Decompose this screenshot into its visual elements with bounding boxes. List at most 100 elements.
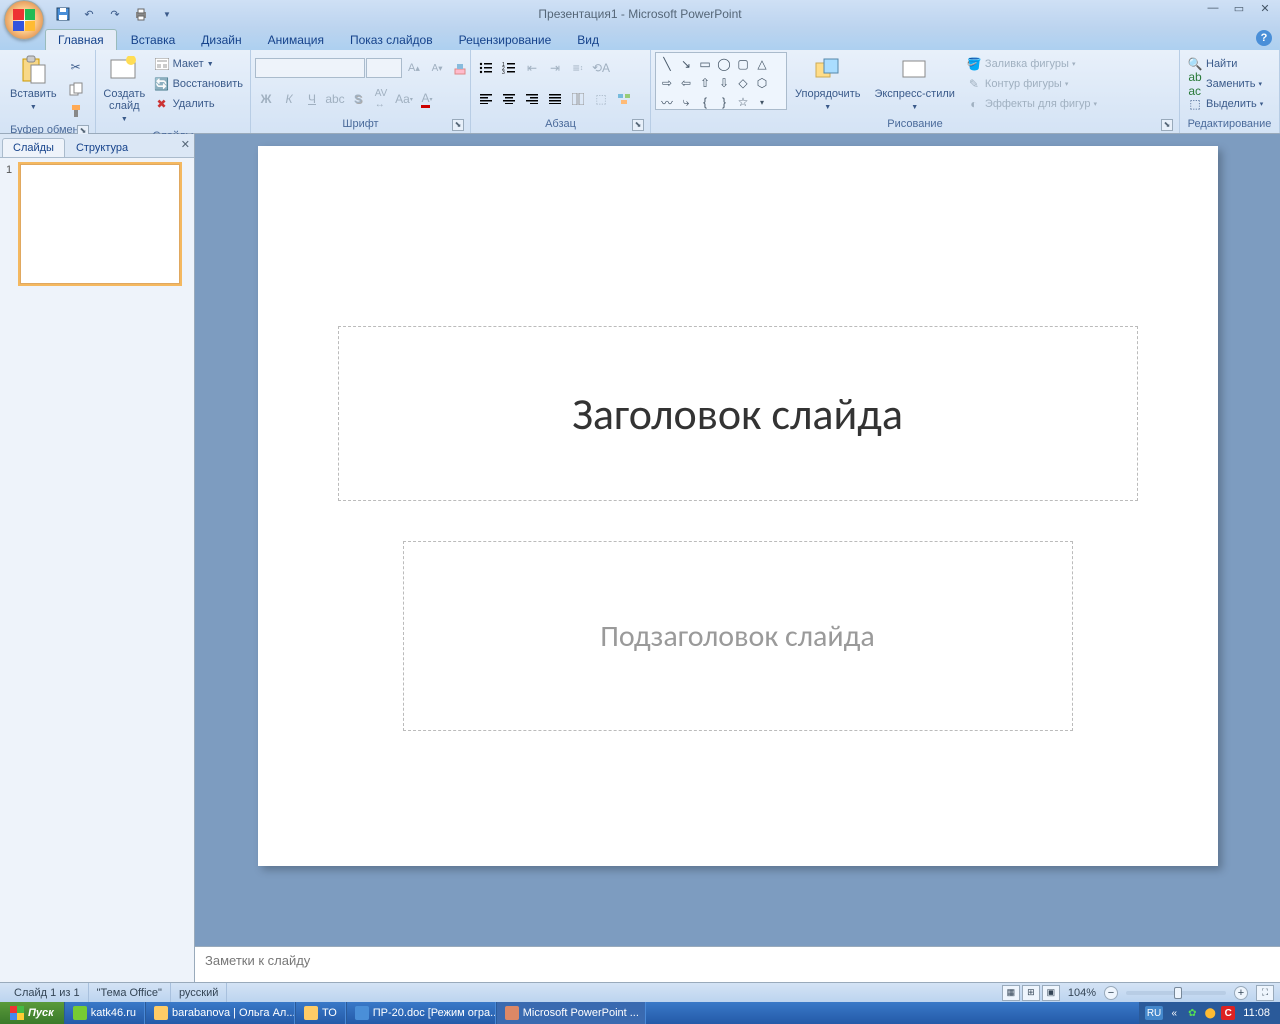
bullets-icon[interactable] <box>475 57 497 79</box>
tab-review[interactable]: Рецензирование <box>447 30 564 50</box>
tab-view[interactable]: Вид <box>565 30 611 50</box>
taskbar-item[interactable]: barabanova | Ольга Ал... <box>145 1002 295 1024</box>
justify-icon[interactable] <box>544 88 566 110</box>
gallery-more-icon[interactable]: ▾ <box>753 93 771 111</box>
text-direction-icon[interactable]: ⟲A <box>590 57 612 79</box>
uarrow-icon[interactable]: ⇧ <box>696 74 714 92</box>
triangle-icon[interactable]: △ <box>753 55 771 73</box>
tray-icon[interactable]: C <box>1221 1006 1235 1020</box>
pane-tab-outline[interactable]: Структура <box>65 138 139 157</box>
tab-animation[interactable]: Анимация <box>256 30 336 50</box>
taskbar-item[interactable]: Microsoft PowerPoint ... <box>496 1002 646 1024</box>
layout-button[interactable]: Макет ▼ <box>151 54 246 74</box>
shapes-gallery[interactable]: ╲↘▭◯▢△ ⇨⇦⇧⇩◇⬡ 〰⤷{}☆▾ <box>655 52 787 110</box>
diamond-icon[interactable]: ◇ <box>734 74 752 92</box>
tab-home[interactable]: Главная <box>45 29 117 50</box>
slide-area[interactable]: Заголовок слайда Подзаголовок слайда <box>195 134 1280 946</box>
rrect-icon[interactable]: ▢ <box>734 55 752 73</box>
star-icon[interactable]: ☆ <box>734 93 752 111</box>
thumbnail-list[interactable]: 1 <box>0 158 194 982</box>
zoom-in-icon[interactable]: + <box>1234 986 1248 1000</box>
save-icon[interactable] <box>52 3 74 25</box>
tray-icon[interactable]: ✿ <box>1185 1006 1199 1020</box>
font-size-combo[interactable] <box>366 58 402 78</box>
new-slide-button[interactable]: Создать слайд ▼ <box>100 52 149 128</box>
undo-icon[interactable]: ↶ <box>78 3 100 25</box>
dec-indent-icon[interactable]: ⇤ <box>521 57 543 79</box>
align-text-icon[interactable]: ⬚ <box>590 88 612 110</box>
dialog-launcher-icon[interactable]: ⬊ <box>632 119 644 131</box>
line-icon[interactable]: ╲ <box>658 55 676 73</box>
font-family-combo[interactable] <box>255 58 365 78</box>
tray-clock[interactable]: 11:08 <box>1239 1007 1274 1019</box>
darrow-icon[interactable]: ⇨ <box>658 74 676 92</box>
cut-icon[interactable]: ✂ <box>65 56 87 78</box>
office-button[interactable] <box>4 0 44 40</box>
darrow2-icon[interactable]: ⇩ <box>715 74 733 92</box>
delete-slide-button[interactable]: ✖Удалить <box>151 94 246 114</box>
shape-fill-button[interactable]: 🪣Заливка фигуры ▾ <box>963 54 1100 74</box>
replace-button[interactable]: abacЗаменить ▾ <box>1184 74 1266 94</box>
zoom-out-icon[interactable]: − <box>1104 986 1118 1000</box>
slide-canvas[interactable]: Заголовок слайда Подзаголовок слайда <box>258 146 1218 866</box>
font-color-icon[interactable]: A▾ <box>416 88 438 110</box>
zoom-value[interactable]: 104% <box>1068 987 1096 999</box>
brace2-icon[interactable]: } <box>715 93 733 111</box>
brace-icon[interactable]: { <box>696 93 714 111</box>
shadow-icon[interactable]: S <box>347 88 369 110</box>
title-placeholder[interactable]: Заголовок слайда <box>338 326 1138 501</box>
char-spacing-icon[interactable]: AV↔ <box>370 88 392 110</box>
strike-icon[interactable]: abc <box>324 88 346 110</box>
close-button[interactable]: ✕ <box>1256 2 1274 15</box>
align-left-icon[interactable] <box>475 88 497 110</box>
arrow-icon[interactable]: ↘ <box>677 55 695 73</box>
sorter-view-icon[interactable]: ⊞ <box>1022 985 1040 1001</box>
underline-icon[interactable]: Ч <box>301 88 323 110</box>
tab-design[interactable]: Дизайн <box>189 30 253 50</box>
subtitle-placeholder[interactable]: Подзаголовок слайда <box>403 541 1073 731</box>
fit-window-icon[interactable]: ⛶ <box>1256 985 1274 1001</box>
zoom-slider[interactable] <box>1126 991 1226 995</box>
shape-effects-button[interactable]: ◐Эффекты для фигур ▾ <box>963 94 1100 114</box>
tray-expand-icon[interactable]: « <box>1167 1006 1181 1020</box>
status-language[interactable]: русский <box>171 983 227 1002</box>
hex-icon[interactable]: ⬡ <box>753 74 771 92</box>
rect-icon[interactable]: ▭ <box>696 55 714 73</box>
columns-icon[interactable] <box>567 88 589 110</box>
align-right-icon[interactable] <box>521 88 543 110</box>
quick-styles-button[interactable]: Экспресс-стили▼ <box>868 52 960 116</box>
qat-more-icon[interactable]: ▼ <box>156 3 178 25</box>
bold-icon[interactable]: Ж <box>255 88 277 110</box>
copy-icon[interactable] <box>65 78 87 100</box>
line-spacing-icon[interactable]: ≡↕ <box>567 57 589 79</box>
oval-icon[interactable]: ◯ <box>715 55 733 73</box>
thumbnail-preview[interactable] <box>20 164 180 284</box>
notes-pane[interactable]: Заметки к слайду <box>195 946 1280 982</box>
tray-icon[interactable]: ⬤ <box>1203 1006 1217 1020</box>
numbering-icon[interactable]: 123 <box>498 57 520 79</box>
slide-thumbnail[interactable]: 1 <box>6 164 188 284</box>
taskbar-item[interactable]: katk46.ru <box>64 1002 145 1024</box>
arrange-button[interactable]: Упорядочить▼ <box>789 52 866 116</box>
inc-indent-icon[interactable]: ⇥ <box>544 57 566 79</box>
minimize-button[interactable]: — <box>1204 2 1222 15</box>
smartart-icon[interactable] <box>613 88 635 110</box>
italic-icon[interactable]: К <box>278 88 300 110</box>
slideshow-view-icon[interactable]: ▣ <box>1042 985 1060 1001</box>
zoom-thumb[interactable] <box>1174 987 1182 999</box>
larrow-icon[interactable]: ⇦ <box>677 74 695 92</box>
format-painter-icon[interactable] <box>65 100 87 122</box>
status-slide-counter[interactable]: Слайд 1 из 1 <box>6 983 89 1002</box>
pane-close-icon[interactable]: ✕ <box>181 138 190 151</box>
quick-print-icon[interactable] <box>130 3 152 25</box>
start-button[interactable]: Пуск <box>0 1002 64 1024</box>
help-icon[interactable]: ? <box>1256 30 1272 46</box>
select-button[interactable]: ⬚Выделить ▾ <box>1184 94 1266 114</box>
reset-button[interactable]: 🔄Восстановить <box>151 74 246 94</box>
taskbar-item[interactable]: ПР-20.doc [Режим огра... <box>346 1002 496 1024</box>
shrink-font-icon[interactable]: A▾ <box>426 57 448 79</box>
align-center-icon[interactable] <box>498 88 520 110</box>
dialog-launcher-icon[interactable]: ⬊ <box>1161 119 1173 131</box>
change-case-icon[interactable]: Aa▾ <box>393 88 415 110</box>
restore-button[interactable]: ▭ <box>1230 2 1248 15</box>
